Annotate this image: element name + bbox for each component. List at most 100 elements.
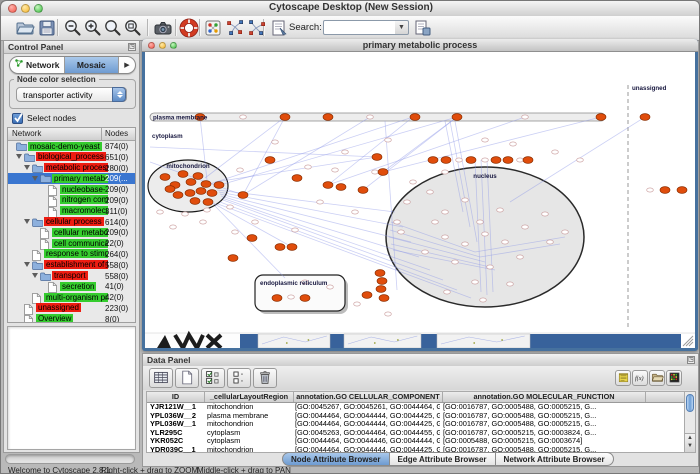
- table-cell[interactable]: [GO:0016787, GO:0005488, GO:0005215, G..…: [440, 412, 642, 421]
- tree-row[interactable]: mosaic-demo-yeast874(0): [8, 141, 135, 152]
- node-color-dropdown[interactable]: transporter activity: [16, 87, 127, 102]
- table-scrollbar[interactable]: ▲▼: [684, 391, 696, 453]
- layout-network-icon[interactable]: [225, 18, 245, 38]
- table-cell[interactable]: [GO:0016787, GO:0005215, GO:0003824, G..…: [440, 429, 642, 438]
- disclosure-triangle-icon[interactable]: [24, 165, 30, 170]
- column-header[interactable]: annotation.GO CELLULAR_COMPONENT: [294, 392, 443, 402]
- tree-row[interactable]: nucleobase-209(0): [8, 184, 135, 195]
- float-panel-icon[interactable]: ◳: [687, 356, 695, 364]
- help-lifesaver-icon[interactable]: [179, 18, 199, 38]
- column-divider[interactable]: [101, 128, 102, 140]
- tab-edge-attribute-browser[interactable]: Edge Attribute Browser: [390, 452, 496, 466]
- zoom-selected-icon[interactable]: [103, 18, 123, 38]
- table-row[interactable]: YPL036W__1mitochondrion[GO:0044464, GO:0…: [147, 420, 684, 429]
- search-dropdown-arrow[interactable]: ▼: [395, 20, 409, 35]
- tree-row[interactable]: establishment of lo558(0): [8, 260, 135, 271]
- table-cell[interactable]: cytoplasm: [204, 429, 292, 438]
- table-cell[interactable]: [GO:0005488, GO:0005215, GO:0003674]: [440, 437, 642, 446]
- attribute-table-header[interactable]: ID_cellularLayoutRegionannotation.GO CEL…: [147, 392, 684, 403]
- birdseye-view-panel[interactable]: [7, 326, 136, 450]
- float-panel-icon[interactable]: ◳: [128, 43, 136, 51]
- table-cell[interactable]: mitochondrion: [204, 446, 292, 455]
- table-cell[interactable]: [GO:0016787, GO:0005488, GO:0005215, G..…: [440, 420, 642, 429]
- tree-row[interactable]: transport558(0): [8, 271, 135, 282]
- select-attributes-icon[interactable]: [201, 368, 225, 388]
- network-tree-header[interactable]: Network Nodes: [8, 128, 135, 141]
- table-cell[interactable]: cytoplasm: [204, 437, 292, 446]
- table-cell[interactable]: [GO:0044464, GO:0044446, GO:0044444, G..…: [292, 437, 440, 446]
- tab-network[interactable]: Network: [10, 57, 65, 73]
- tree-row[interactable]: cell communicat22(0): [8, 238, 135, 249]
- disclosure-triangle-icon[interactable]: [32, 273, 38, 278]
- tree-row[interactable]: macromolecule311(0): [8, 206, 135, 217]
- node-count: 558(0): [105, 261, 128, 270]
- tree-row[interactable]: response to stimulu264(0): [8, 249, 135, 260]
- select-nodes-checkbox[interactable]: [12, 113, 23, 124]
- table-row[interactable]: YKR052Ccytoplasm[GO:0044464, GO:0044446,…: [147, 437, 684, 446]
- tree-row[interactable]: biological_process651(0): [8, 152, 135, 163]
- table-cell[interactable]: YPL036W__2: [147, 412, 204, 421]
- scrollbar-thumb[interactable]: [686, 394, 694, 412]
- tree-row[interactable]: primary metabo209(...: [8, 173, 135, 184]
- save-session-icon[interactable]: [37, 18, 57, 38]
- unselect-attributes-icon[interactable]: [227, 368, 251, 388]
- column-header[interactable]: annotation.GO MOLECULAR_FUNCTION: [443, 392, 646, 402]
- disclosure-triangle-icon[interactable]: [32, 176, 38, 181]
- tree-row[interactable]: multi-organism pro42(0): [8, 292, 135, 303]
- table-row[interactable]: YJR121W__1mitochondrion[GO:0045267, GO:0…: [147, 403, 684, 412]
- column-header[interactable]: ID: [147, 392, 205, 402]
- tab-node-attribute-browser[interactable]: Node Attribute Browser: [282, 452, 390, 466]
- table-row[interactable]: YPL036W__2plasma membrane[GO:0044464, GO…: [147, 412, 684, 421]
- network-graph[interactable]: plasma membranecytoplasmmitochondrionnuc…: [145, 52, 695, 348]
- vizmapper-icon[interactable]: [203, 18, 223, 38]
- tree-row[interactable]: Overview8(0): [8, 314, 135, 323]
- disclosure-triangle-icon[interactable]: [24, 262, 30, 267]
- disclosure-triangle-icon[interactable]: [16, 154, 22, 159]
- table-cell[interactable]: [GO:0044464, GO:0044444, GO:0044425, G..…: [292, 420, 440, 429]
- search-input[interactable]: [323, 20, 399, 35]
- table-cell[interactable]: [GO:0045263, GO:0044464, GO:0044455, G..…: [292, 429, 440, 438]
- tree-row[interactable]: nitrogen compo209(0): [8, 195, 135, 206]
- tree-row[interactable]: secretion41(0): [8, 281, 135, 292]
- zoom-out-icon[interactable]: [63, 18, 83, 38]
- table-cell[interactable]: YPL036W__1: [147, 420, 204, 429]
- table-cell[interactable]: YLR295C: [147, 429, 204, 438]
- zoom-in-icon[interactable]: [83, 18, 103, 38]
- delete-attribute-icon[interactable]: [253, 368, 277, 388]
- tree-row[interactable]: unassigned223(0): [8, 303, 135, 314]
- table-cell[interactable]: YDR039C__1: [147, 446, 204, 455]
- table-cell[interactable]: [GO:0045267, GO:0045261, GO:0044464, G..…: [292, 403, 440, 412]
- table-cell[interactable]: [GO:0016787, GO:0005488, GO:0005215, G..…: [440, 403, 642, 412]
- tree-row[interactable]: metabolic process280(0): [8, 163, 135, 174]
- annotation-icon[interactable]: [269, 18, 289, 38]
- table-cell[interactable]: [GO:0044464, GO:0044444, GO:0044425, G..…: [292, 412, 440, 421]
- table-cell[interactable]: YJR121W__1: [147, 403, 204, 412]
- tab-mosaic[interactable]: Mosaic: [65, 57, 120, 73]
- snapshot-camera-icon[interactable]: [153, 18, 173, 38]
- disclosure-triangle-icon[interactable]: [24, 219, 30, 224]
- open-file-icon[interactable]: [15, 18, 35, 38]
- attribute-matrix-icon[interactable]: [666, 370, 682, 386]
- layout-network-alt-icon[interactable]: [247, 18, 267, 38]
- scrollbar-arrows[interactable]: ▲▼: [685, 433, 695, 452]
- tab-overflow-arrow[interactable]: ▶: [119, 57, 135, 73]
- tab-network-attribute-browser[interactable]: Network Attribute Browser: [496, 452, 614, 466]
- network-canvas[interactable]: plasma membranecytoplasmmitochondrionnuc…: [145, 52, 695, 348]
- new-attribute-icon[interactable]: [175, 368, 199, 388]
- table-cell[interactable]: plasma membrane: [204, 412, 292, 421]
- table-cell[interactable]: mitochondrion: [204, 403, 292, 412]
- tree-row[interactable]: cellular process614(0): [8, 217, 135, 228]
- search-options-icon[interactable]: [413, 18, 433, 38]
- attribute-table-icon[interactable]: [149, 368, 173, 388]
- table-row[interactable]: YLR295Ccytoplasm[GO:0045263, GO:0044464,…: [147, 429, 684, 438]
- import-attributes-icon[interactable]: [649, 370, 665, 386]
- tree-row[interactable]: cellular metabol209(0): [8, 227, 135, 238]
- select-nodes-row[interactable]: Select nodes: [12, 112, 76, 124]
- network-window-titlebar[interactable]: primary metabolic process: [142, 39, 698, 52]
- notepad-icon[interactable]: [615, 370, 631, 386]
- formula-icon[interactable]: f(x): [632, 370, 648, 386]
- table-cell[interactable]: YKR052C: [147, 437, 204, 446]
- column-header[interactable]: _cellularLayoutRegion: [205, 392, 294, 402]
- zoom-fit-icon[interactable]: [123, 18, 143, 38]
- table-cell[interactable]: mitochondrion: [204, 420, 292, 429]
